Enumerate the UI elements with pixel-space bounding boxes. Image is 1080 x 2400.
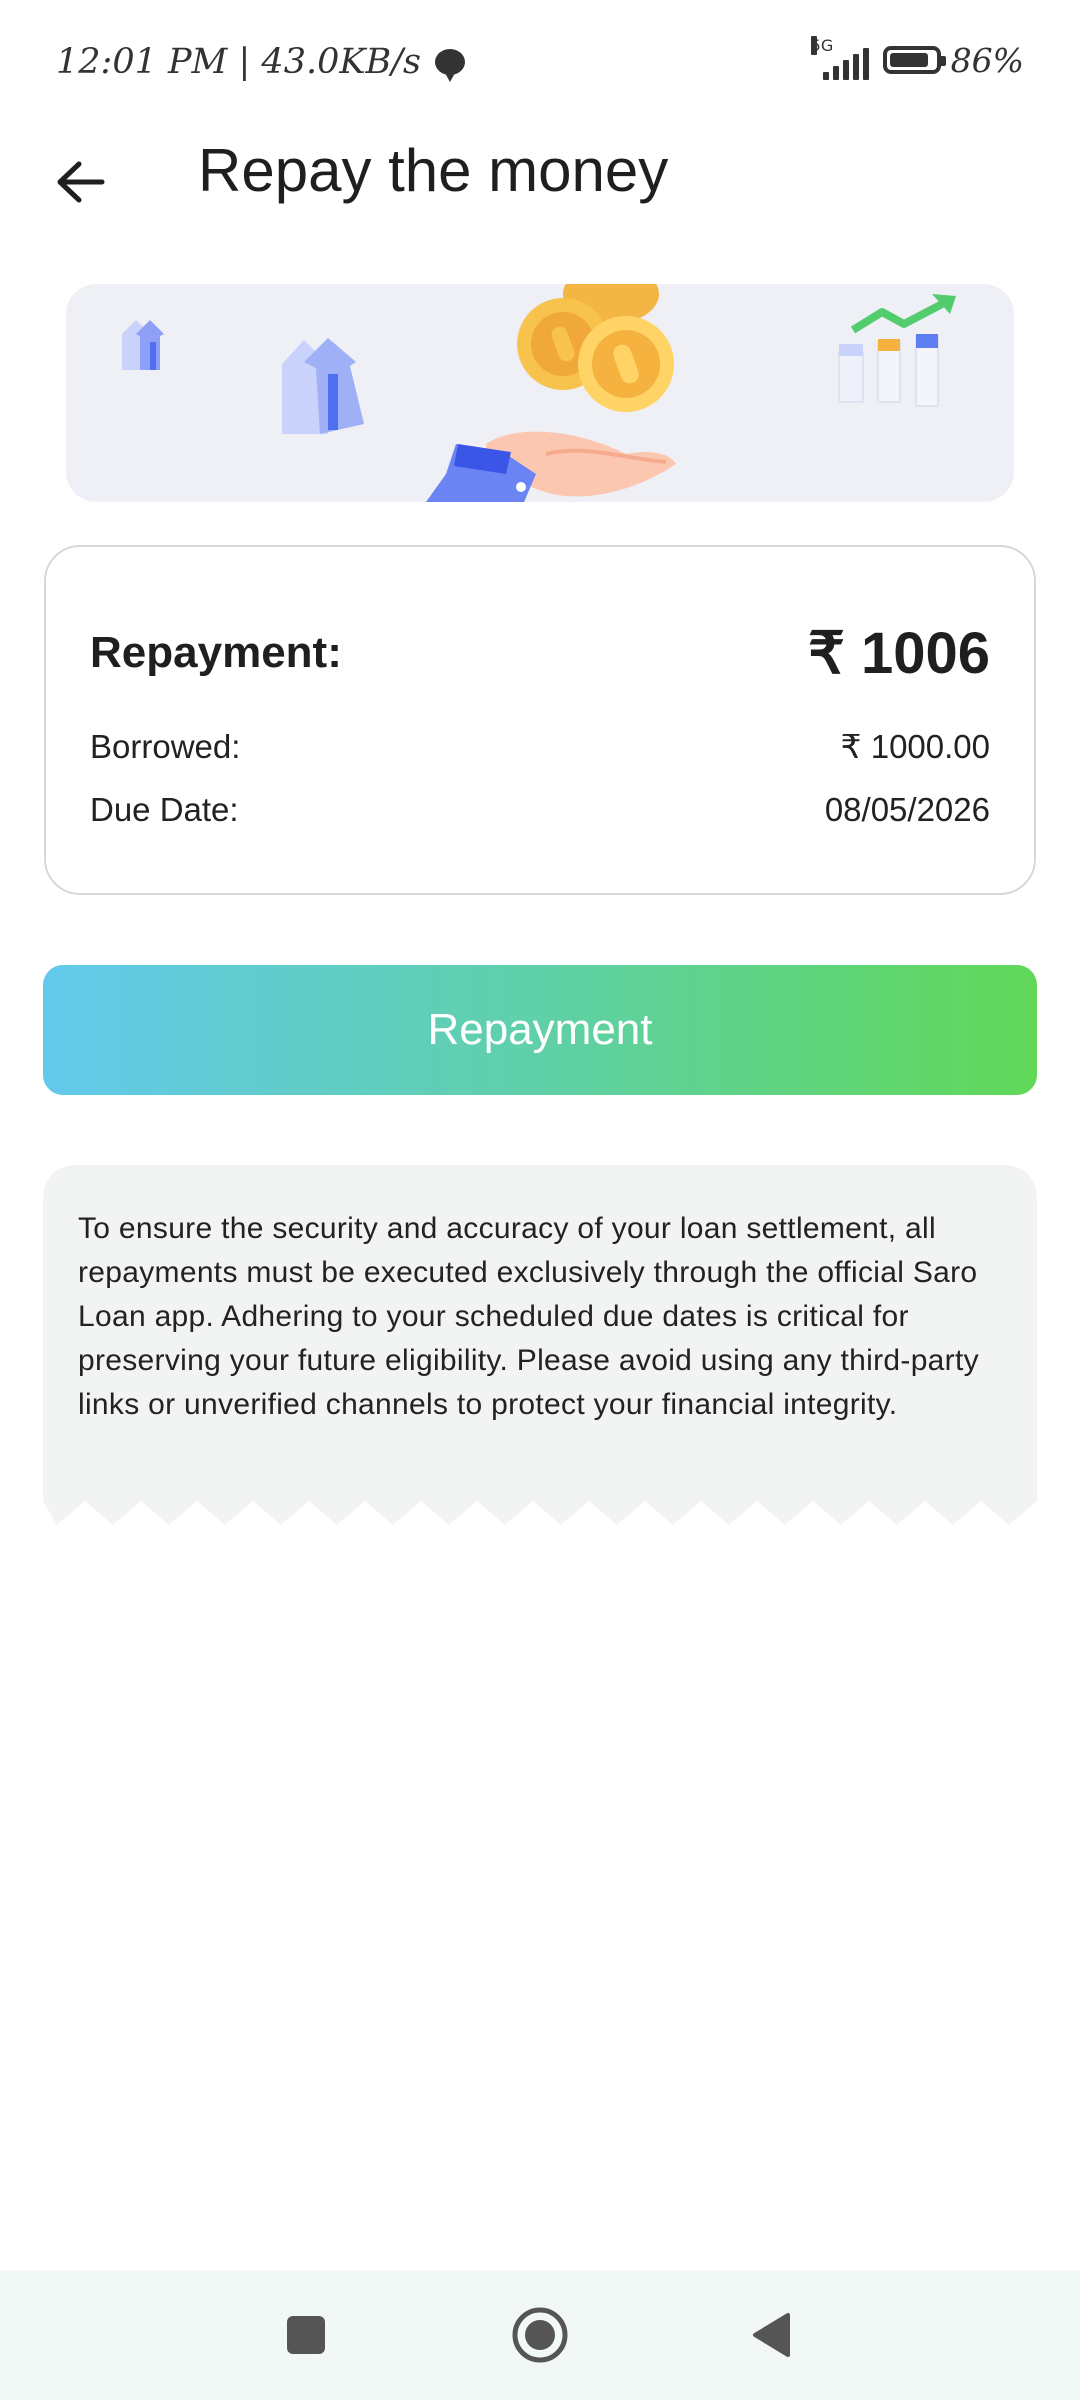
due-date-label: Due Date: <box>90 791 239 828</box>
back-arrow-icon <box>57 161 105 203</box>
status-right: 5G 86% <box>810 36 1024 80</box>
hand-icon <box>426 431 676 502</box>
battery-icon <box>882 46 946 74</box>
borrowed-amount: ₹ 1000.00 <box>840 728 990 765</box>
repayment-label: Repayment: <box>90 628 342 677</box>
cellular-signal-icon: 5G <box>810 36 869 80</box>
system-back-button[interactable] <box>712 2270 832 2400</box>
status-bar: 12:01 PM | 43.0KB/s 5G 86% <box>0 0 1080 130</box>
recents-icon <box>287 2316 325 2354</box>
coins-icon <box>517 284 674 412</box>
app-header: Repay the money <box>0 130 1080 250</box>
due-date-row: Due Date: 08/05/2026 <box>90 791 990 829</box>
battery-fill <box>889 53 928 67</box>
back-icon <box>753 2313 790 2357</box>
growth-chart-icon <box>838 294 956 407</box>
network-type-label: 5G <box>810 36 834 55</box>
borrowed-label: Borrowed: <box>90 727 241 765</box>
status-time-speed: 12:01 PM | 43.0KB/s <box>56 42 421 82</box>
loan-illustration <box>122 284 956 502</box>
system-navigation-bar <box>0 2270 1080 2400</box>
status-left: 12:01 PM | 43.0KB/s <box>56 42 465 82</box>
repayment-button[interactable]: Repayment <box>43 965 1037 1095</box>
chat-bubble-icon <box>434 49 465 82</box>
banner-illustration <box>66 284 1014 502</box>
back-arrow-button[interactable] <box>50 152 110 212</box>
repayment-row: Repayment: ₹ 1006 <box>90 619 990 687</box>
small-house-icon <box>122 320 164 370</box>
repayment-summary-card: Repayment: ₹ 1006 Borrowed: ₹ 1000.00 Du… <box>44 545 1036 895</box>
due-date-value: 08/05/2026 <box>824 791 990 828</box>
repayment-button-label: Repayment <box>427 1005 653 1054</box>
big-house-icon <box>282 338 364 434</box>
notice-text: To ensure the security and accuracy of y… <box>78 1212 979 1421</box>
borrowed-row: Borrowed: ₹ 1000.00 <box>90 727 990 766</box>
home-icon <box>512 2307 568 2363</box>
page-title: Repay the money <box>198 137 669 204</box>
battery-percent: 86% <box>950 40 1024 80</box>
recents-button[interactable] <box>246 2270 366 2400</box>
home-button[interactable] <box>480 2270 600 2400</box>
notice-box: To ensure the security and accuracy of y… <box>43 1165 1037 1530</box>
repayment-amount: ₹ 1006 <box>807 621 990 686</box>
